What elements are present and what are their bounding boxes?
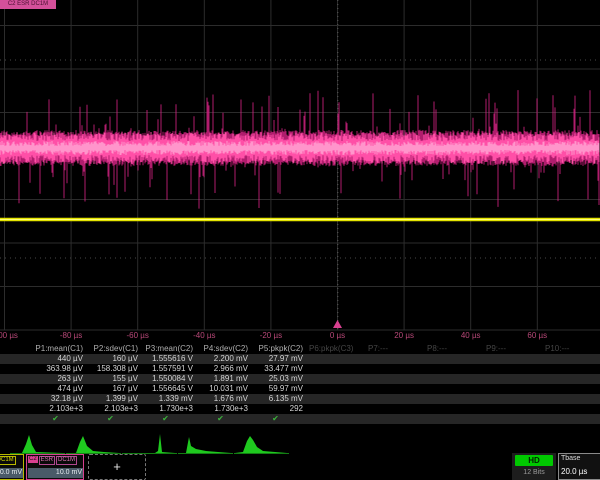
param-value-p2: 2.103e+3 [83,404,138,414]
acquisition-mode-panel[interactable]: HD 12 Bits [512,453,556,480]
param-header-p7[interactable]: P7:--- [362,344,421,354]
time-tick-label: 20 µs [394,331,414,340]
param-value-p1: 474 µV [28,384,83,394]
time-tick-label: 0 µs [330,331,345,340]
table-left-pad [0,354,28,364]
histicon-shape [235,436,287,453]
param-status-ok-icon: ✔ [28,414,83,424]
c2-esr-badge: ESR [39,456,55,465]
histicon-p4[interactable] [178,432,233,454]
c2-trace-label[interactable]: C2 ESR DC1M [0,0,56,9]
c2-coupling-badge: DC1M [56,456,77,465]
param-header-p3[interactable]: P3:mean(C2) [138,344,193,354]
param-value-p1: 440 µV [28,354,83,364]
param-value-p3: 1.339 mV [138,394,193,404]
histicon-shape [179,437,231,453]
histicon-shape [67,436,119,453]
c1-coupling-badge: DC1M [0,456,16,465]
param-value-p1: 32.18 µV [28,394,83,404]
time-tick-label: 40 µs [461,331,481,340]
param-value-p4: 1.676 mV [193,394,248,404]
param-value-p5: 292 [248,404,303,414]
c2-waveform-trace [0,90,599,209]
histicon-p2[interactable] [66,432,121,454]
timebase-descriptor-box[interactable]: Tbase 20.0 µs [558,453,600,480]
param-value-p4: 10.031 mV [193,384,248,394]
add-new-trace-button[interactable]: + [88,454,146,480]
c1-scale-value: 50.0 mV [0,468,24,478]
trigger-time-marker-icon[interactable] [333,320,342,328]
param-header-p1[interactable]: P1:mean(C1) [28,344,83,354]
param-header-p9[interactable]: P9:--- [480,344,539,354]
time-tick-label: 60 µs [527,331,547,340]
time-tick-label: -100 µs [0,331,18,340]
time-tick-label: -60 µs [126,331,148,340]
param-header-p6[interactable]: P6:pkpk(C3) [303,344,362,354]
param-value-p2: 155 µV [83,374,138,384]
waveform-display [0,0,600,331]
oscilloscope-screen: C2 ESR DC1M -100 µs -80 µs -60 µs -40 µs -20… [0,0,600,480]
param-status-ok-icon: ✔ [193,414,248,424]
param-header-p10[interactable]: P10:--- [539,344,598,354]
time-tick-label: -20 µs [260,331,282,340]
table-left-pad [0,394,28,404]
hd-bits-label: 12 Bits [512,469,556,476]
param-value-p1: 2.103e+3 [28,404,83,414]
c1-descriptor-box[interactable]: C1DC1M 50.0 mV [0,454,24,480]
plus-icon: + [113,459,121,474]
histicon-p1[interactable] [10,432,65,454]
histicon-shape [11,435,63,453]
table-left-pad [0,404,28,414]
histicon-p3[interactable] [122,432,177,454]
param-value-p4: 2.200 mV [193,354,248,364]
histicon-p5[interactable] [234,432,289,454]
table-left-pad [0,364,28,374]
param-value-p4: 1.891 mV [193,374,248,384]
param-value-p5: 27.97 mV [248,354,303,364]
timebase-value: 20.0 µs [561,467,587,476]
histicon-shape [123,434,175,453]
param-value-p3: 1.730e+3 [138,404,193,414]
table-left-pad [0,384,28,394]
param-header-p8[interactable]: P8:--- [421,344,480,354]
measure-table: P1:mean(C1)P2:sdev(C1)P3:mean(C2)P4:sdev… [0,344,600,424]
param-value-p1: 363.98 µV [28,364,83,374]
param-value-p5: 25.03 mV [248,374,303,384]
param-value-p2: 160 µV [83,354,138,364]
param-value-p2: 158.308 µV [83,364,138,374]
table-left-pad [0,374,28,384]
param-header-p4[interactable]: P4:sdev(C2) [193,344,248,354]
table-left-pad [0,414,28,424]
param-value-p3: 1.557591 V [138,364,193,374]
param-value-p3: 1.555616 V [138,354,193,364]
param-value-p5: 33.477 mV [248,364,303,374]
time-tick-label: -80 µs [60,331,82,340]
c2-descriptor-box[interactable]: C2ESRDC1M 10.0 mV [26,454,84,480]
param-value-p3: 1.556645 V [138,384,193,394]
c2-channel-badge: C2 [28,456,38,463]
param-value-p3: 1.550084 V [138,374,193,384]
timebase-label: Tbase [561,455,580,462]
param-value-p5: 59.97 mV [248,384,303,394]
c2-scale-value: 10.0 mV [28,468,84,478]
param-status-ok-icon: ✔ [83,414,138,424]
param-status-ok-icon: ✔ [248,414,303,424]
hd-mode-badge: HD [515,455,553,466]
param-value-p2: 1.399 µV [83,394,138,404]
param-status-ok-icon: ✔ [138,414,193,424]
param-value-p1: 263 µV [28,374,83,384]
param-value-p5: 6.135 mV [248,394,303,404]
param-value-p2: 167 µV [83,384,138,394]
param-header-p2[interactable]: P2:sdev(C1) [83,344,138,354]
param-header-p5[interactable]: P5:pkpk(C2) [248,344,303,354]
time-tick-label: -40 µs [193,331,215,340]
table-left-pad [0,344,28,354]
param-value-p4: 1.730e+3 [193,404,248,414]
param-value-p4: 2.966 mV [193,364,248,374]
